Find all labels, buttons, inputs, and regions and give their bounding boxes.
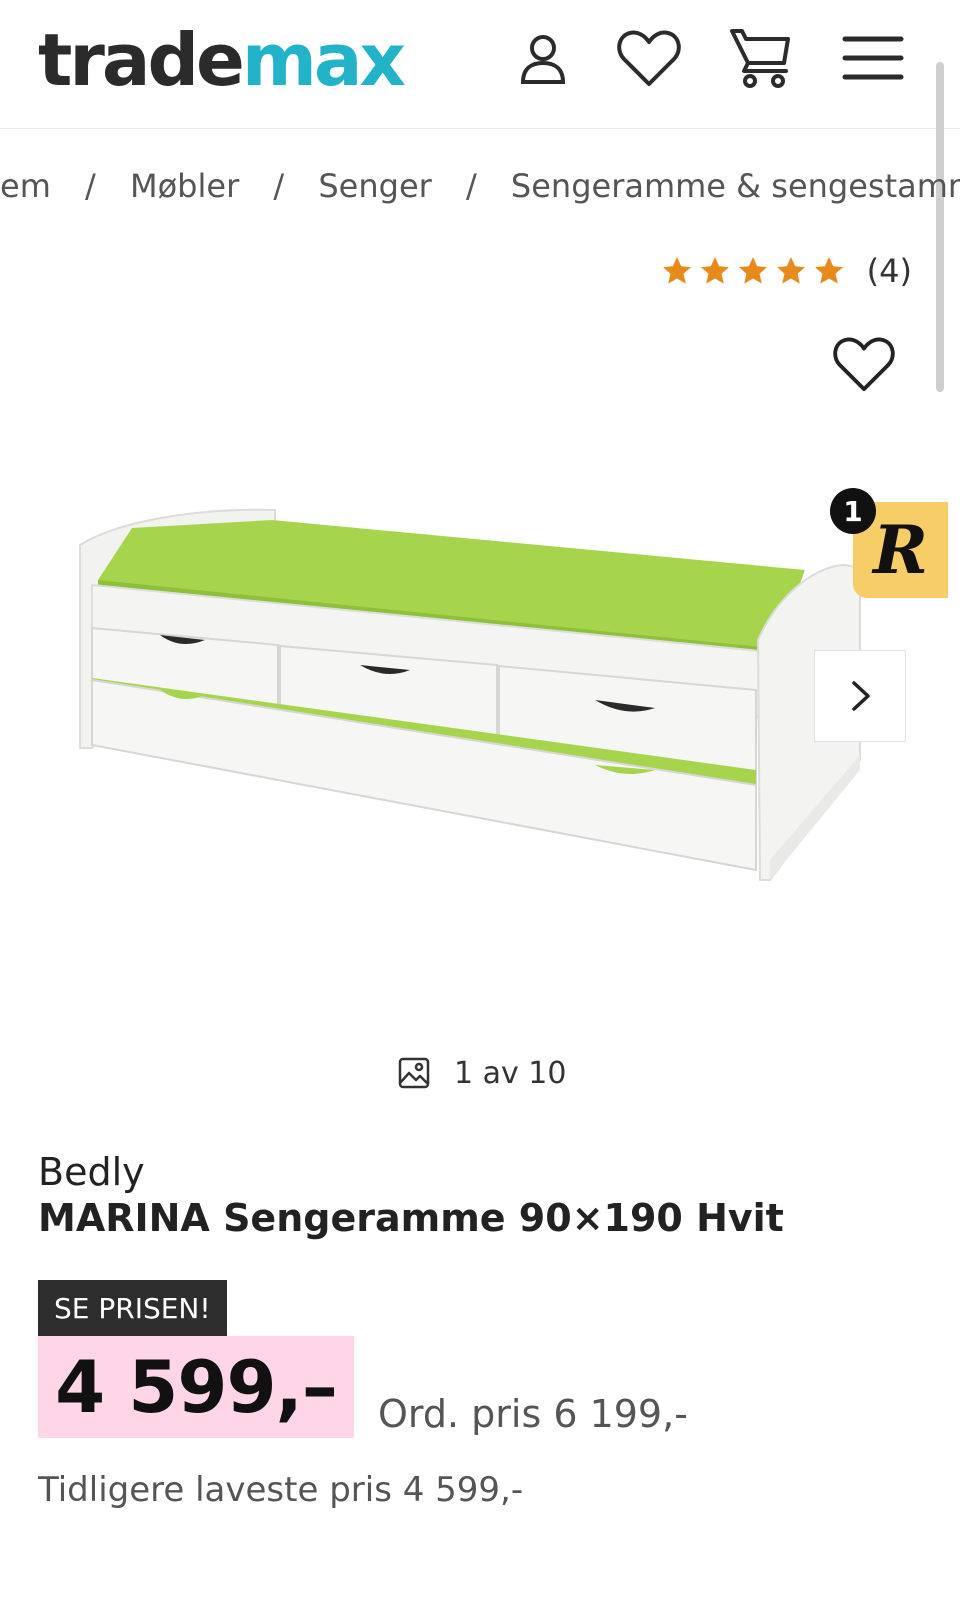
previous-lowest-price: Tidligere laveste pris 4 599,- <box>38 1470 524 1510</box>
star-icon <box>776 257 805 284</box>
price-box: 4 599,– <box>38 1336 354 1438</box>
breadcrumb-item-mobler[interactable]: Møbler <box>130 167 239 205</box>
site-header: trademax <box>0 0 960 129</box>
star-icon <box>700 257 729 284</box>
product-brand[interactable]: Bedly <box>38 1150 145 1194</box>
heart-icon <box>617 30 681 86</box>
sale-tag: SE PRISEN! <box>38 1280 227 1336</box>
image-counter: 1 av 10 <box>398 1050 566 1096</box>
product-rating[interactable]: (4) <box>661 252 912 290</box>
menu-icon <box>842 36 904 80</box>
user-icon <box>520 35 566 84</box>
scrollbar[interactable] <box>936 62 944 392</box>
account-button[interactable] <box>503 18 583 98</box>
breadcrumb-separator: / <box>273 167 285 205</box>
star-icon <box>662 257 691 284</box>
star-icon <box>814 257 843 284</box>
cart-icon <box>730 29 790 88</box>
menu-button[interactable] <box>833 18 913 98</box>
star-icon <box>738 257 767 284</box>
notification-count-badge: 1 <box>830 488 876 534</box>
chevron-right-icon <box>852 681 870 711</box>
logo-part-trade: trade <box>38 18 245 102</box>
add-to-wishlist-button[interactable] <box>832 335 896 399</box>
breadcrumb-separator: / <box>465 167 477 205</box>
cart-button[interactable] <box>721 18 801 98</box>
breadcrumb-separator: / <box>85 167 96 205</box>
breadcrumb-item-senger[interactable]: Senger <box>318 167 431 205</box>
reco-widget-letter: R <box>873 511 928 589</box>
breadcrumb-item-home[interactable]: em <box>0 167 51 205</box>
breadcrumb-item-sengeramme[interactable]: Sengeramme & sengestamme <box>511 167 960 205</box>
product-title: MARINA Sengeramme 90×190 Hvit <box>38 1196 784 1240</box>
logo-part-max: max <box>241 18 406 102</box>
review-count[interactable]: (4) <box>867 252 912 290</box>
image-counter-label: 1 av 10 <box>454 1055 567 1091</box>
ordinary-price: Ord. pris 6 199,- <box>378 1392 688 1436</box>
gallery-next-button[interactable] <box>814 650 906 742</box>
heart-outline-icon <box>833 337 895 392</box>
wishlist-button[interactable] <box>609 18 689 98</box>
trademax-logo[interactable]: trademax <box>38 10 406 110</box>
current-price: 4 599,– <box>55 1345 338 1429</box>
breadcrumb: em / Møbler / Senger / Sengeramme & seng… <box>0 165 960 215</box>
image-icon <box>398 1057 430 1089</box>
